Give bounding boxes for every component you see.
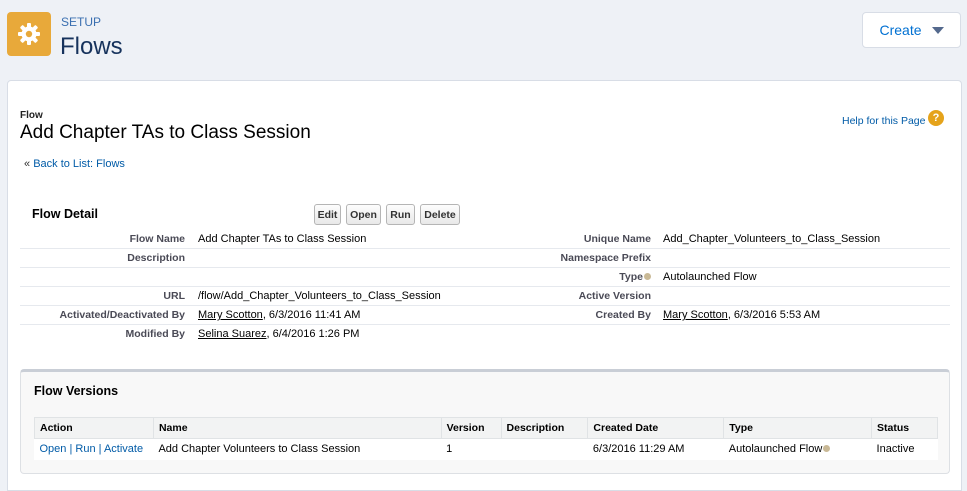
column-header: Name: [152, 417, 442, 439]
info-icon[interactable]: [823, 444, 831, 452]
open-button[interactable]: Open: [346, 204, 381, 225]
modified-date: , 6/4/2016 1:26 PM: [266, 328, 360, 340]
run-version-link[interactable]: Run: [75, 443, 95, 455]
column-header: Created Date: [587, 417, 725, 439]
flow-name-value: Add Chapter TAs to Class Session: [198, 233, 367, 245]
caret-down-icon: [931, 27, 944, 34]
created-date: , 6/3/2016 5:53 AM: [727, 309, 821, 321]
separator: |: [69, 443, 73, 456]
separator: |: [98, 443, 102, 456]
detail-row: Type Autolaunched Flow: [20, 268, 950, 287]
page-header: SETUP Flows Create: [0, 0, 967, 80]
field-label: Unique Name: [583, 233, 651, 245]
question-icon[interactable]: ?: [928, 110, 944, 126]
record-type-label: Flow: [20, 110, 43, 121]
column-header: Action: [34, 417, 154, 439]
created-date-cell: 6/3/2016 11:29 AM: [587, 438, 724, 460]
column-header: Status: [871, 417, 938, 439]
activated-date: , 6/3/2016 11:41 AM: [262, 309, 361, 321]
help-link[interactable]: Help for this Page: [842, 115, 925, 127]
gear-icon: [7, 12, 51, 56]
create-button-label: Create: [879, 22, 922, 38]
run-button[interactable]: Run: [386, 204, 415, 225]
edit-button[interactable]: Edit: [314, 204, 341, 225]
flow-detail-heading: Flow Detail: [32, 207, 98, 221]
open-version-link[interactable]: Open: [40, 443, 67, 455]
url-value: /flow/Add_Chapter_Volunteers_to_Class_Se…: [198, 290, 441, 302]
field-label: Flow Name: [129, 233, 185, 245]
create-button[interactable]: Create: [862, 12, 961, 48]
field-label: Namespace Prefix: [560, 252, 651, 264]
user-link[interactable]: Selina Suarez: [198, 328, 267, 340]
version-type-cell: Autolaunched Flow: [723, 438, 872, 460]
activate-version-link[interactable]: Activate: [104, 443, 143, 455]
action-cell: Open | Run | Activate: [34, 438, 154, 460]
breadcrumb: « Back to List: Flows: [24, 158, 125, 170]
version-description-cell: [501, 438, 588, 460]
versions-table: Action Name Version Description Created …: [34, 417, 938, 460]
table-header-row: Action Name Version Description Created …: [34, 417, 938, 439]
record-title: Add Chapter TAs to Class Session: [20, 122, 311, 143]
column-header: Type: [723, 417, 873, 439]
unique-name-value: Add_Chapter_Volunteers_to_Class_Session: [663, 233, 881, 245]
info-icon[interactable]: [644, 272, 651, 280]
type-label-text: Type: [619, 271, 643, 283]
activated-by-value: Mary Scotton, 6/3/2016 11:41 AM: [198, 309, 360, 321]
field-label: Activated/Deactivated By: [59, 309, 185, 321]
version-name-cell: Add Chapter Volunteers to Class Session: [153, 438, 442, 460]
page-title: Flows: [60, 33, 123, 60]
detail-row: Description Namespace Prefix: [20, 249, 950, 268]
field-label: Description: [127, 252, 185, 264]
column-header: Version: [440, 417, 502, 439]
field-label: Modified By: [125, 328, 186, 340]
column-header: Description: [500, 417, 589, 439]
detail-row: URL /flow/Add_Chapter_Volunteers_to_Clas…: [20, 287, 950, 306]
user-link[interactable]: Mary Scotton: [198, 309, 263, 321]
detail-row: Flow Name Add Chapter TAs to Class Sessi…: [20, 230, 950, 249]
detail-row: Activated/Deactivated By Mary Scotton, 6…: [20, 306, 950, 325]
flow-versions-heading: Flow Versions: [34, 384, 119, 398]
flow-detail-panel: Flow Add Chapter TAs to Class Session He…: [7, 80, 962, 491]
detail-row: Modified By Selina Suarez, 6/4/2016 1:26…: [20, 325, 950, 344]
type-value: Autolaunched Flow: [663, 271, 757, 283]
version-type-text: Autolaunched Flow: [728, 443, 823, 456]
user-link[interactable]: Mary Scotton: [663, 309, 728, 321]
table-row: Open | Run | Activate Add Chapter Volunt…: [34, 438, 938, 460]
version-number-cell: 1: [441, 438, 502, 460]
field-label: Type: [440, 271, 651, 283]
flow-versions-section: Flow Versions Action Name Version Descri…: [20, 369, 950, 474]
created-by-value: Mary Scotton, 6/3/2016 5:53 AM: [663, 309, 820, 321]
delete-button[interactable]: Delete: [420, 204, 460, 225]
back-arrow-icon: «: [24, 158, 31, 170]
setup-label: SETUP: [61, 15, 102, 29]
field-label: Active Version: [578, 290, 651, 302]
status-cell: Inactive: [871, 438, 938, 460]
modified-by-value: Selina Suarez, 6/4/2016 1:26 PM: [198, 328, 359, 340]
field-label: URL: [163, 290, 185, 302]
field-label: Created By: [595, 309, 651, 321]
back-to-list-link[interactable]: Back to List: Flows: [33, 158, 125, 170]
